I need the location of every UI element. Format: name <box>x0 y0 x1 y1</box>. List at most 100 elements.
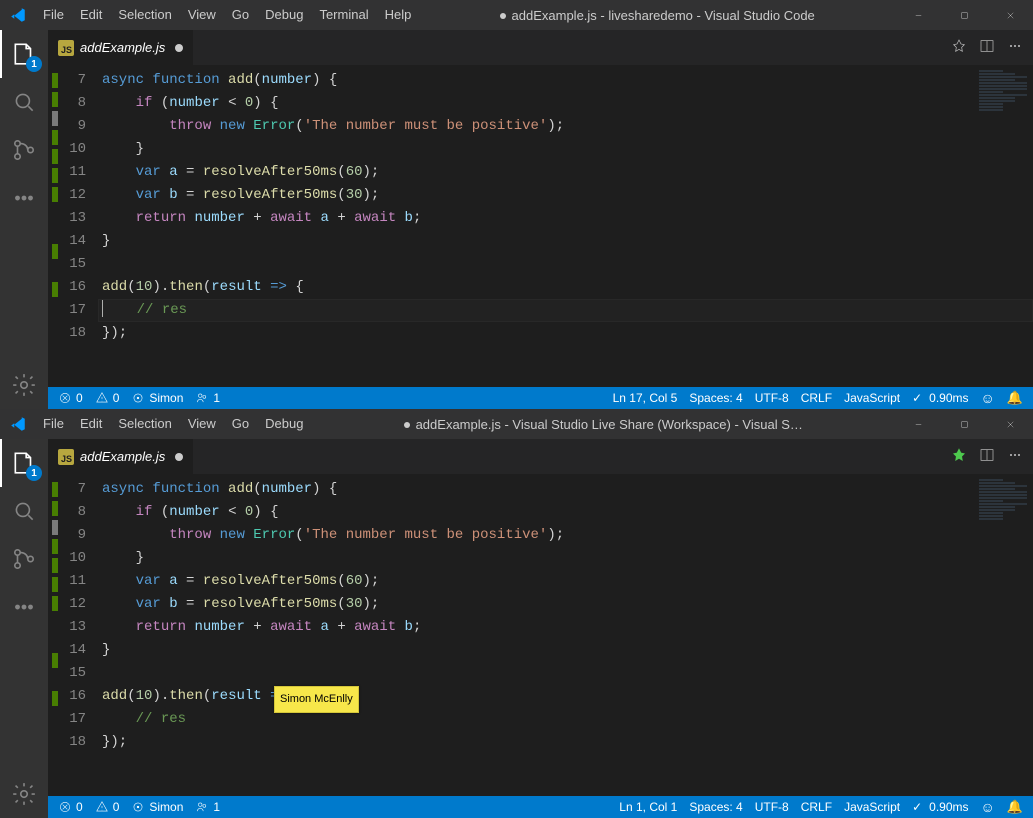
activity-source-control[interactable] <box>0 126 48 174</box>
code-editor[interactable]: 789101112131415161718 async function add… <box>48 478 1033 796</box>
menu-edit[interactable]: Edit <box>72 0 110 30</box>
menu-bar: FileEditSelectionViewGoDebugTerminalHelp <box>35 0 419 30</box>
split-editor-icon[interactable] <box>979 38 995 57</box>
code-line[interactable]: if (number < 0) { <box>98 501 1033 524</box>
code-line[interactable]: var a = resolveAfter50ms(60); <box>98 161 1033 184</box>
code-line[interactable]: } <box>98 639 1033 662</box>
gutter-mod-mark <box>52 206 58 221</box>
line-number: 7 <box>62 478 86 501</box>
status-notifications-icon[interactable]: 🔔 <box>1001 387 1029 409</box>
status-lncol[interactable]: Ln 17, Col 5 <box>607 387 684 409</box>
code-line[interactable]: } <box>98 547 1033 570</box>
code-line[interactable]: } <box>98 138 1033 161</box>
split-editor-icon[interactable] <box>979 447 995 466</box>
code-line[interactable]: add(10).then(result => { <box>98 276 1033 299</box>
menu-go[interactable]: Go <box>224 0 257 30</box>
status-notifications-icon[interactable]: 🔔 <box>1001 796 1029 818</box>
code-line[interactable]: throw new Error('The number must be posi… <box>98 524 1033 547</box>
status-lncol[interactable]: Ln 1, Col 1 <box>613 796 683 818</box>
activity-more-icon[interactable] <box>0 174 48 222</box>
menu-file[interactable]: File <box>35 409 72 439</box>
status-encoding[interactable]: UTF-8 <box>749 796 795 818</box>
more-actions-icon[interactable] <box>1007 447 1023 466</box>
more-actions-icon[interactable] <box>1007 38 1023 57</box>
gutter-mod-mark <box>52 225 58 240</box>
close-button[interactable] <box>987 409 1033 439</box>
menu-view[interactable]: View <box>180 0 224 30</box>
status-participants[interactable]: 1 <box>189 387 226 409</box>
line-number: 7 <box>62 69 86 92</box>
code-line[interactable]: async function add(number) { <box>98 478 1033 501</box>
code-content[interactable]: async function add(number) { if (number … <box>98 478 1033 796</box>
status-eol[interactable]: CRLF <box>795 796 838 818</box>
menu-view[interactable]: View <box>180 409 224 439</box>
tab-dirty-icon <box>175 453 183 461</box>
menu-terminal[interactable]: Terminal <box>311 0 376 30</box>
code-line[interactable]: var b = resolveAfter50ms(30); <box>98 593 1033 616</box>
menu-file[interactable]: File <box>35 0 72 30</box>
minimize-button[interactable] <box>895 0 941 30</box>
maximize-button[interactable] <box>941 409 987 439</box>
status-errors[interactable]: 0 <box>52 796 89 818</box>
menu-go[interactable]: Go <box>224 409 257 439</box>
menu-selection[interactable]: Selection <box>110 0 179 30</box>
menu-debug[interactable]: Debug <box>257 409 311 439</box>
pin-icon[interactable] <box>951 38 967 57</box>
code-line[interactable]: throw new Error('The number must be posi… <box>98 115 1033 138</box>
status-feedback-icon[interactable]: ☺ <box>975 796 1001 818</box>
code-line[interactable] <box>98 662 1033 685</box>
close-button[interactable] <box>987 0 1033 30</box>
line-number: 18 <box>62 322 86 345</box>
code-line[interactable]: var b = resolveAfter50ms(30); <box>98 184 1033 207</box>
menu-help[interactable]: Help <box>377 0 420 30</box>
code-line[interactable]: // res <box>98 299 1033 322</box>
code-line[interactable]: add(10).then(result => {Simon McEnlly <box>98 685 1033 708</box>
activity-settings[interactable] <box>0 770 48 818</box>
activity-source-control[interactable] <box>0 535 48 583</box>
menu-edit[interactable]: Edit <box>72 409 110 439</box>
code-editor[interactable]: 789101112131415161718 async function add… <box>48 69 1033 387</box>
minimize-button[interactable] <box>895 409 941 439</box>
gutter-modifications <box>48 478 62 796</box>
menu-debug[interactable]: Debug <box>257 0 311 30</box>
status-participants[interactable]: 1 <box>189 796 226 818</box>
status-warnings[interactable]: 0 <box>89 796 126 818</box>
activity-explorer[interactable]: 1 <box>0 30 48 78</box>
code-line[interactable] <box>98 253 1033 276</box>
status-live-share[interactable]: Simon <box>125 796 189 818</box>
code-line[interactable]: if (number < 0) { <box>98 92 1033 115</box>
line-number: 11 <box>62 161 86 184</box>
activity-explorer[interactable]: 1 <box>0 439 48 487</box>
code-line[interactable]: } <box>98 230 1033 253</box>
status-timing[interactable]: 0.90ms <box>906 796 974 818</box>
status-eol[interactable]: CRLF <box>795 387 838 409</box>
code-line[interactable]: async function add(number) { <box>98 69 1033 92</box>
editor-tab[interactable]: JS addExample.js <box>48 30 194 65</box>
code-content[interactable]: async function add(number) { if (number … <box>98 69 1033 387</box>
pin-icon[interactable] <box>951 447 967 466</box>
code-line[interactable]: }); <box>98 322 1033 345</box>
status-feedback-icon[interactable]: ☺ <box>975 387 1001 409</box>
code-line[interactable]: return number + await a + await b; <box>98 616 1033 639</box>
status-encoding[interactable]: UTF-8 <box>749 387 795 409</box>
status-spaces[interactable]: Spaces: 4 <box>683 387 748 409</box>
code-line[interactable]: // res <box>98 708 1033 731</box>
activity-search[interactable] <box>0 487 48 535</box>
status-language[interactable]: JavaScript <box>838 796 906 818</box>
status-warnings[interactable]: 0 <box>89 387 126 409</box>
code-line[interactable]: return number + await a + await b; <box>98 207 1033 230</box>
status-spaces[interactable]: Spaces: 4 <box>683 796 748 818</box>
line-number: 12 <box>62 184 86 207</box>
status-timing[interactable]: 0.90ms <box>906 387 974 409</box>
maximize-button[interactable] <box>941 0 987 30</box>
activity-more-icon[interactable] <box>0 583 48 631</box>
code-line[interactable]: }); <box>98 731 1033 754</box>
activity-search[interactable] <box>0 78 48 126</box>
status-language[interactable]: JavaScript <box>838 387 906 409</box>
status-live-share[interactable]: Simon <box>125 387 189 409</box>
code-line[interactable]: var a = resolveAfter50ms(60); <box>98 570 1033 593</box>
editor-tab[interactable]: JS addExample.js <box>48 439 194 474</box>
menu-selection[interactable]: Selection <box>110 409 179 439</box>
activity-settings[interactable] <box>0 361 48 409</box>
status-errors[interactable]: 0 <box>52 387 89 409</box>
